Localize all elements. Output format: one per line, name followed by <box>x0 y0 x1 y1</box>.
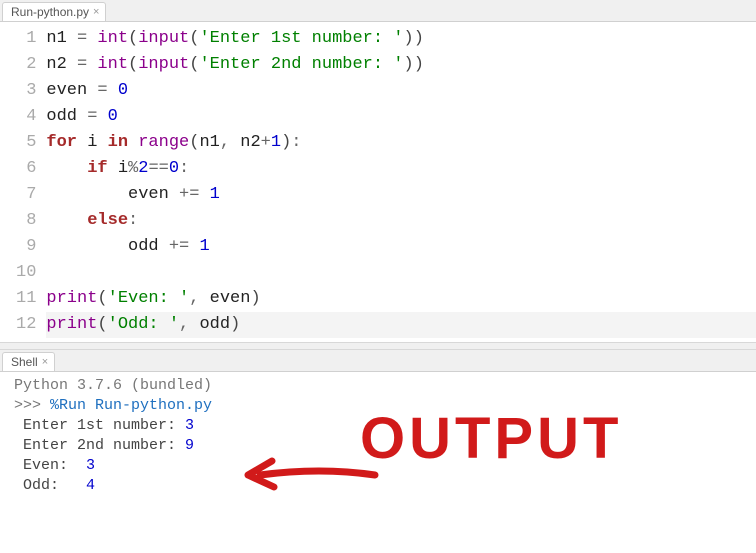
shell-output[interactable]: Python 3.7.6 (bundled)>>> %Run Run-pytho… <box>0 372 756 500</box>
shell-tabbar: Shell × <box>0 350 756 372</box>
code-line[interactable]: else: <box>46 208 756 234</box>
shell-pane: Shell × Python 3.7.6 (bundled)>>> %Run R… <box>0 350 756 500</box>
code-line[interactable]: even = 0 <box>46 78 756 104</box>
line-number: 10 <box>16 260 36 286</box>
line-number: 3 <box>16 78 36 104</box>
close-icon[interactable]: × <box>93 6 99 18</box>
shell-version-line: Python 3.7.6 (bundled) <box>14 376 746 396</box>
line-number: 5 <box>16 130 36 156</box>
shell-run-line: >>> %Run Run-python.py <box>14 396 746 416</box>
line-number: 12 <box>16 312 36 338</box>
code-area[interactable]: n1 = int(input('Enter 1st number: '))n2 … <box>46 22 756 342</box>
line-number: 4 <box>16 104 36 130</box>
line-number: 7 <box>16 182 36 208</box>
code-line[interactable]: even += 1 <box>46 182 756 208</box>
line-number: 8 <box>16 208 36 234</box>
code-line[interactable]: if i%2==0: <box>46 156 756 182</box>
editor-tab-filename: Run-python.py <box>11 5 89 19</box>
code-line[interactable] <box>46 260 756 286</box>
line-number: 9 <box>16 234 36 260</box>
shell-tab-title: Shell <box>11 355 38 369</box>
close-icon[interactable]: × <box>42 356 48 368</box>
editor-tabbar: Run-python.py × <box>0 0 756 22</box>
line-number: 2 <box>16 52 36 78</box>
line-number: 6 <box>16 156 36 182</box>
shell-output-line: Even: 3 <box>14 456 746 476</box>
line-number: 11 <box>16 286 36 312</box>
code-line[interactable]: odd += 1 <box>46 234 756 260</box>
code-line[interactable]: n1 = int(input('Enter 1st number: ')) <box>46 26 756 52</box>
code-line[interactable]: n2 = int(input('Enter 2nd number: ')) <box>46 52 756 78</box>
editor-pane: Run-python.py × 123456789101112 n1 = int… <box>0 0 756 342</box>
shell-output-line: Enter 1st number: 3 <box>14 416 746 436</box>
code-line[interactable]: print('Odd: ', odd) <box>46 312 756 338</box>
shell-tab[interactable]: Shell × <box>2 352 55 371</box>
shell-output-line: Enter 2nd number: 9 <box>14 436 746 456</box>
line-number: 1 <box>16 26 36 52</box>
code-line[interactable]: for i in range(n1, n2+1): <box>46 130 756 156</box>
pane-divider[interactable] <box>0 342 756 350</box>
code-editor[interactable]: 123456789101112 n1 = int(input('Enter 1s… <box>0 22 756 342</box>
code-line[interactable]: odd = 0 <box>46 104 756 130</box>
shell-output-line: Odd: 4 <box>14 476 746 496</box>
editor-tab[interactable]: Run-python.py × <box>2 2 106 21</box>
code-line[interactable]: print('Even: ', even) <box>46 286 756 312</box>
line-number-gutter: 123456789101112 <box>0 22 46 342</box>
